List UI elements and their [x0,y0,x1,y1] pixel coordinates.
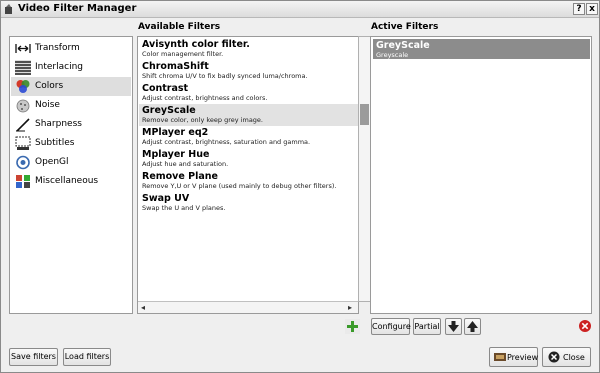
available-filters-heading: Available Filters [138,22,221,32]
active-filter-item[interactable]: GreyScale Greyscale [373,39,590,59]
active-filters-heading: Active Filters [371,22,439,32]
active-filter-description: Greyscale [376,51,409,59]
available-filter-item[interactable]: Contrast Adjust contrast, brightness and… [139,82,358,104]
active-filters-list: GreyScale Greyscale [370,36,592,314]
filter-name: GreyScale [142,105,196,116]
active-filter-name: GreyScale [376,40,430,51]
filter-description: Adjust hue and saturation. [142,160,229,168]
category-item-opengl[interactable]: OpenGl [11,153,131,172]
window-title: Video Filter Manager [18,3,137,14]
close-button[interactable]: Close [542,347,591,367]
load-filters-button[interactable]: Load filters [63,348,111,366]
remove-icon [579,320,591,332]
title-bar: Video Filter Manager ? x [1,1,599,18]
category-list: Transform Interlacing Colors Noise Sharp… [9,36,133,314]
filter-description: Color management filter. [142,50,224,58]
category-item-noise[interactable]: Noise [11,96,131,115]
category-label: OpenGl [35,157,69,167]
close-icon [548,351,560,363]
available-filter-item[interactable]: Remove Plane Remove Y,U or V plane (used… [139,170,358,192]
filter-name: Mplayer Hue [142,149,210,160]
available-filter-item[interactable]: Avisynth color filter. Color management … [139,38,358,60]
filter-name: Swap UV [142,193,190,204]
filter-description: Adjust contrast, brightness and colors. [142,94,268,102]
noise-icon [16,99,30,113]
filter-description: Swap the U and V planes. [142,204,226,212]
filter-description: Shift chroma U/V to fix badly synced lum… [142,72,308,80]
configure-button[interactable]: Configure [371,318,411,335]
preview-button[interactable]: Preview [489,347,538,367]
category-label: Colors [35,81,64,91]
category-item-miscellaneous[interactable]: Miscellaneous [11,172,131,191]
add-filter-button[interactable] [345,319,360,334]
available-filter-item[interactable]: GreyScale Remove color, only keep grey i… [139,104,358,126]
category-label: Miscellaneous [35,176,99,186]
category-item-colors[interactable]: Colors [11,77,131,96]
scrollbar-thumb[interactable] [360,104,369,125]
video-filter-manager-window: Video Filter Manager ? x Available Filte… [0,0,600,373]
filter-description: Remove color, only keep grey image. [142,116,263,124]
filter-name: Avisynth color filter. [142,39,250,50]
category-item-transform[interactable]: Transform [11,39,131,58]
category-label: Interlacing [35,62,84,72]
horizontal-scrollbar[interactable]: ◂ ▸ [138,301,358,313]
subtitles-icon [15,136,31,150]
available-filter-item[interactable]: MPlayer eq2 Adjust contrast, brightness,… [139,126,358,148]
category-item-subtitles[interactable]: Subtitles [11,134,131,153]
window-close-button[interactable]: x [586,3,598,15]
available-filter-item[interactable]: ChromaShift Shift chroma U/V to fix badl… [139,60,358,82]
colors-icon [16,80,30,93]
opengl-icon [16,155,30,170]
sharpness-icon [16,118,30,132]
scroll-left-icon[interactable]: ◂ [141,303,145,312]
close-label: Close [563,353,585,362]
move-down-button[interactable] [445,318,462,335]
filter-name: ChromaShift [142,61,209,72]
app-icon [5,4,12,14]
miscellaneous-icon [16,175,30,188]
interlacing-icon [15,60,31,75]
category-item-sharpness[interactable]: Sharpness [11,115,131,134]
filter-description: Adjust contrast, brightness, saturation … [142,138,311,146]
transform-icon [15,44,31,53]
category-label: Subtitles [35,138,75,148]
scroll-right-icon[interactable]: ▸ [348,303,352,312]
partial-button[interactable]: Partial [413,318,441,335]
arrow-down-icon [448,321,459,332]
remove-filter-button[interactable] [578,319,593,334]
category-label: Sharpness [35,119,82,129]
preview-label: Preview [507,353,539,362]
available-filter-item[interactable]: Mplayer Hue Adjust hue and saturation. [139,148,358,170]
preview-icon [494,353,506,361]
save-filters-button[interactable]: Save filters [9,348,58,366]
filter-name: Remove Plane [142,171,218,182]
arrow-up-icon [467,321,478,332]
available-filter-item[interactable]: Swap UV Swap the U and V planes. [139,192,358,214]
available-filters-list: Avisynth color filter. Color management … [137,36,359,314]
filter-name: Contrast [142,83,189,94]
filter-description: Remove Y,U or V plane (used mainly to de… [142,182,337,190]
category-label: Transform [35,43,80,53]
help-button[interactable]: ? [573,3,585,15]
filter-name: MPlayer eq2 [142,127,209,138]
add-icon [345,319,360,334]
category-label: Noise [35,100,60,110]
move-up-button[interactable] [464,318,481,335]
category-item-interlacing[interactable]: Interlacing [11,58,131,77]
